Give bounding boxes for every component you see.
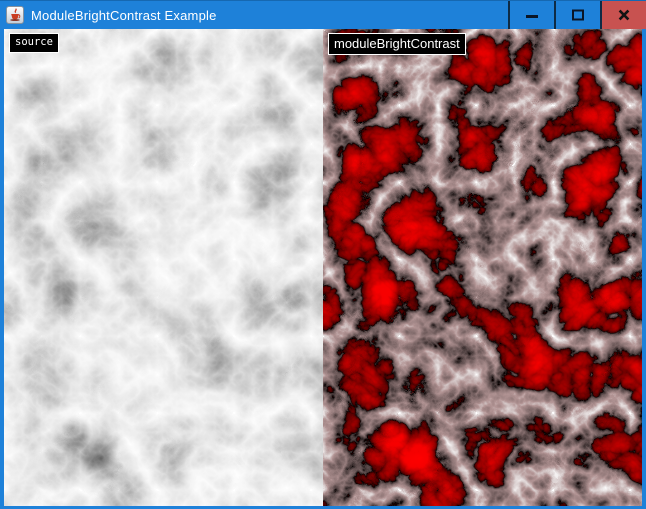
window-title: ModuleBrightContrast Example (31, 8, 217, 23)
window-controls (508, 1, 646, 29)
java-coffee-cup-icon (6, 6, 24, 24)
app-window: ModuleBrightContrast Example (0, 0, 646, 509)
maximize-button[interactable] (554, 1, 600, 29)
maximize-icon (571, 8, 585, 22)
minimize-button[interactable] (508, 1, 554, 29)
close-button[interactable] (600, 1, 646, 29)
processed-image-label: moduleBrightContrast (328, 33, 466, 55)
minimize-icon (525, 8, 539, 22)
titlebar[interactable]: ModuleBrightContrast Example (0, 1, 646, 29)
source-image-label: source (9, 33, 59, 53)
close-icon (617, 8, 631, 22)
processed-noise-image (323, 29, 642, 506)
image-panels-row: source moduleBrightContrast (0, 29, 646, 506)
source-image-panel: source (4, 29, 323, 506)
processed-image-panel: moduleBrightContrast (323, 29, 642, 506)
source-noise-image (4, 29, 323, 506)
